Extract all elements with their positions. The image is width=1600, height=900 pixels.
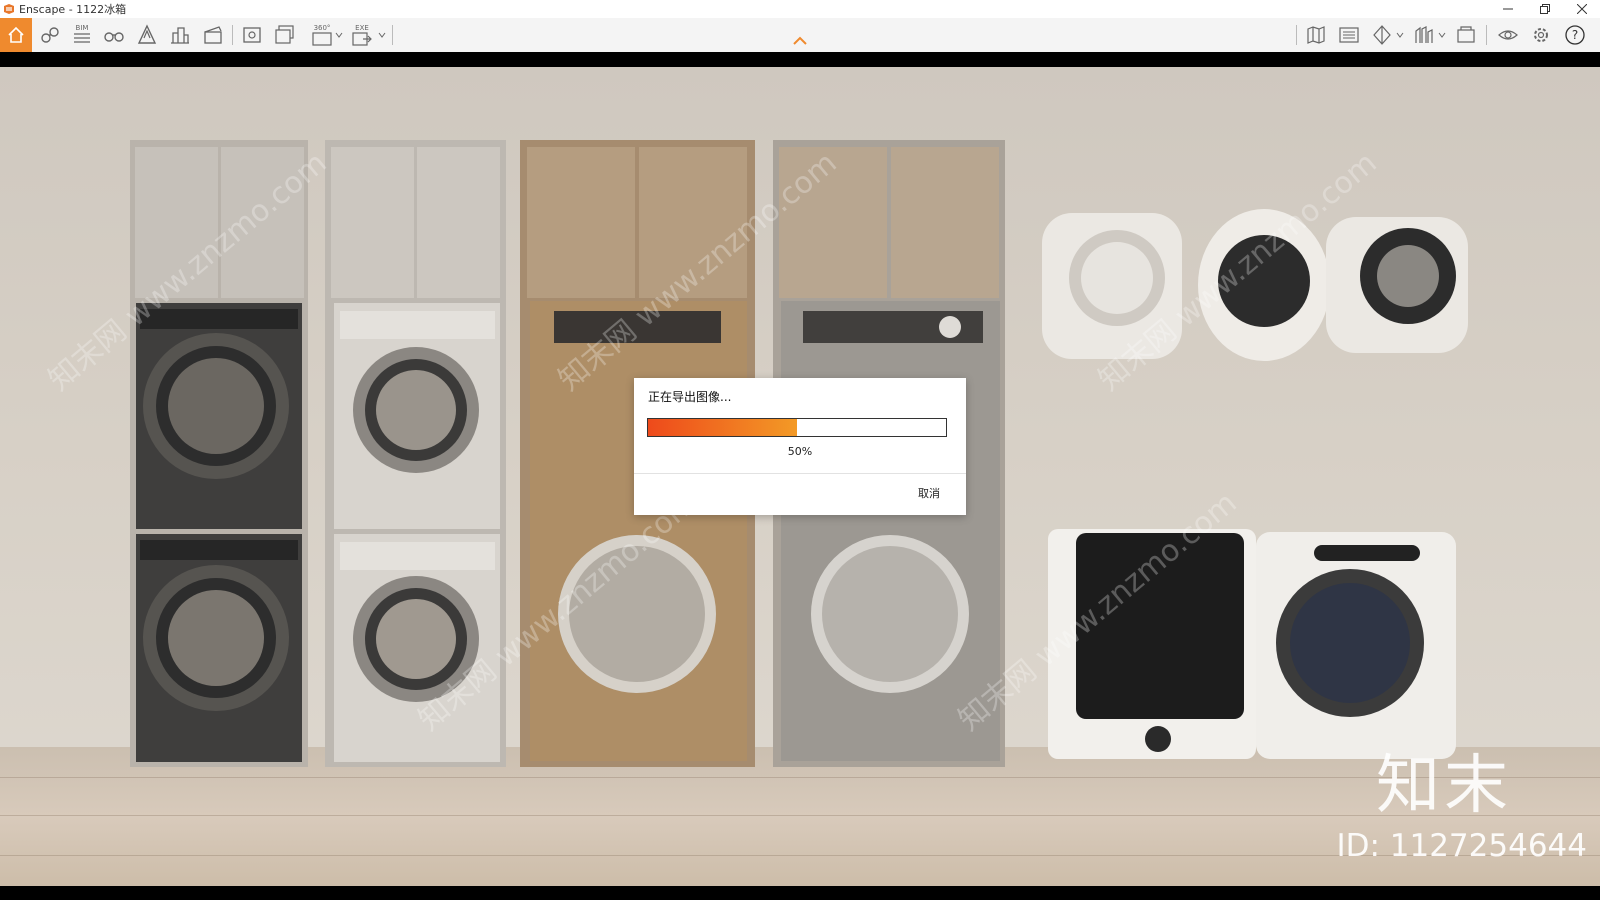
svg-text:?: ? [1572, 28, 1578, 42]
building-a-icon [137, 24, 157, 44]
map-icon [1307, 26, 1325, 44]
library-button[interactable] [1410, 21, 1438, 49]
help-button[interactable]: ? [1561, 21, 1589, 49]
visibility-button[interactable] [1494, 21, 1522, 49]
letterbox-bottom [0, 886, 1600, 900]
map-button[interactable] [1302, 21, 1330, 49]
collapse-toolbar-icon[interactable] [792, 36, 808, 46]
screenshot-icon [243, 27, 261, 43]
settings-button[interactable] [1527, 21, 1555, 49]
building-a-button[interactable] [133, 21, 161, 49]
cancel-button[interactable]: 取消 [918, 485, 940, 501]
chevron-down-icon [378, 32, 386, 38]
batch-render-button[interactable] [271, 21, 299, 49]
minimize-icon [1502, 8, 1513, 10]
progress-percent: 50% [787, 445, 813, 458]
home-button[interactable] [0, 18, 32, 52]
toolbar-divider [392, 25, 393, 45]
binoculars-icon [104, 32, 124, 42]
image-id: ID: 1127254644 [1336, 828, 1587, 864]
floor-dryer-white [1256, 532, 1456, 759]
dialog-divider [634, 473, 966, 474]
exe-label: EXE [355, 24, 369, 32]
bim-label: BIM [75, 24, 89, 32]
bim-button[interactable]: BIM [68, 21, 96, 49]
progress-bar [647, 418, 947, 437]
enscape-logo-icon [4, 4, 14, 14]
panorama-360-icon [312, 32, 332, 46]
dialog-title: 正在导出图像... [648, 390, 732, 404]
settings-icon [1534, 28, 1548, 42]
library-dropdown[interactable] [1437, 21, 1447, 49]
minimize-button[interactable] [1489, 0, 1526, 18]
chevron-down-icon [1438, 32, 1446, 38]
bim-icon [74, 33, 90, 43]
city-icon [171, 27, 189, 44]
binoculars-button[interactable] [100, 21, 128, 49]
compare-button[interactable] [1368, 21, 1396, 49]
compare-icon [1373, 25, 1391, 45]
progress-fill [648, 419, 797, 436]
brand-logo: 知末 [1376, 749, 1512, 823]
compare-dropdown[interactable] [1395, 21, 1405, 49]
toolbar-divider [1296, 25, 1297, 45]
visibility-icon [1498, 30, 1518, 40]
clapboard-button[interactable] [199, 21, 227, 49]
link-button[interactable] [36, 21, 64, 49]
panorama-label: 360° [313, 24, 331, 32]
window-title: Enscape - 1122冰箱 [19, 3, 127, 16]
image-view-icon [1339, 27, 1359, 43]
home-icon [8, 26, 24, 43]
restore-icon [1539, 4, 1550, 14]
toolbar-divider [232, 25, 233, 45]
batch-render-icon [275, 25, 294, 44]
screenshot-button[interactable] [238, 21, 266, 49]
material-button[interactable] [1452, 21, 1480, 49]
restore-button[interactable] [1526, 0, 1563, 18]
export-progress-dialog: 正在导出图像... 50% 取消 [634, 378, 966, 515]
panorama-dropdown[interactable] [334, 21, 344, 49]
export-exe-icon [352, 32, 372, 46]
help-icon: ? [1565, 25, 1585, 45]
toolbar-divider [1486, 25, 1487, 45]
export-dropdown[interactable] [377, 21, 387, 49]
image-view-button[interactable] [1335, 21, 1363, 49]
chevron-down-icon [335, 32, 343, 38]
export-exe-button[interactable]: EXE [348, 21, 376, 49]
library-icon [1415, 26, 1433, 43]
clapboard-icon [204, 26, 222, 44]
wall-dryer-3 [1326, 217, 1468, 353]
city-button[interactable] [166, 21, 194, 49]
title-bar: Enscape - 1122冰箱 [0, 0, 1600, 18]
close-button[interactable] [1563, 0, 1600, 18]
material-icon [1457, 26, 1475, 43]
close-icon [1576, 4, 1587, 14]
link-icon [41, 27, 59, 43]
letterbox-top [0, 52, 1600, 67]
chevron-down-icon [1396, 32, 1404, 38]
